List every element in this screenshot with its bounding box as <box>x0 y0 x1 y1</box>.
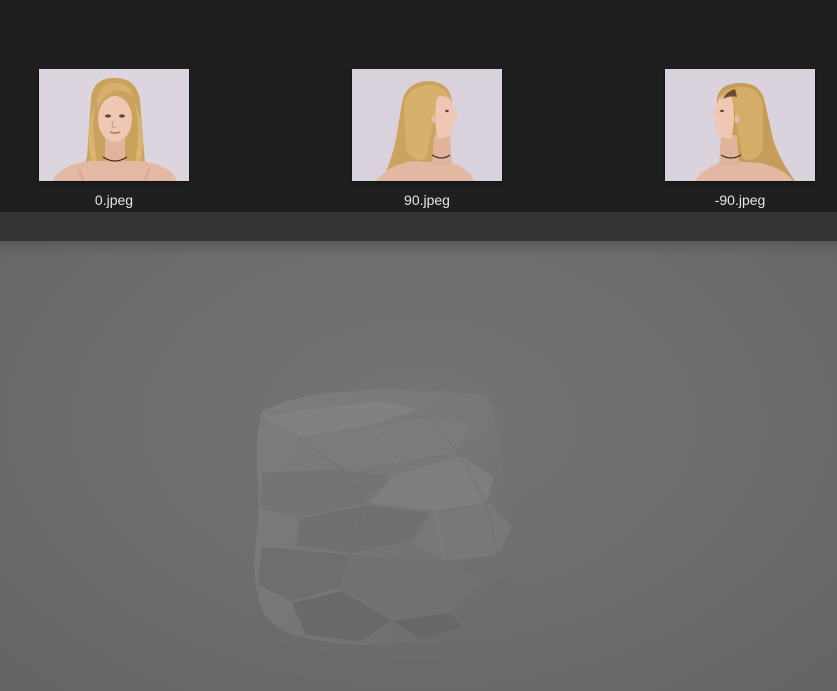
thumbnail-filename: -90.jpeg <box>714 192 766 208</box>
thumbnail-filename: 0.jpeg <box>94 192 134 208</box>
photo-thumbnail[interactable] <box>352 69 502 181</box>
thumbnail-item-90[interactable]: 90.jpeg <box>352 69 502 208</box>
portrait-right-profile-image <box>352 69 502 181</box>
thumbnail-item-0[interactable]: 0.jpeg <box>39 69 189 208</box>
portrait-front-image <box>39 69 189 181</box>
panel-divider[interactable] <box>0 212 837 241</box>
head-mesh-model[interactable] <box>0 241 837 691</box>
app-window: 0.jpeg 90.jpeg -90.jpeg <box>0 0 837 691</box>
portrait-left-profile-image <box>665 69 815 181</box>
photo-thumbnail[interactable] <box>665 69 815 181</box>
thumbnail-filename: 90.jpeg <box>404 192 450 208</box>
thumbnail-item-minus-90[interactable]: -90.jpeg <box>665 69 815 208</box>
3d-viewport[interactable] <box>0 241 837 691</box>
photo-thumbnail[interactable] <box>39 69 189 181</box>
image-file-strip: 0.jpeg 90.jpeg -90.jpeg <box>0 0 837 212</box>
